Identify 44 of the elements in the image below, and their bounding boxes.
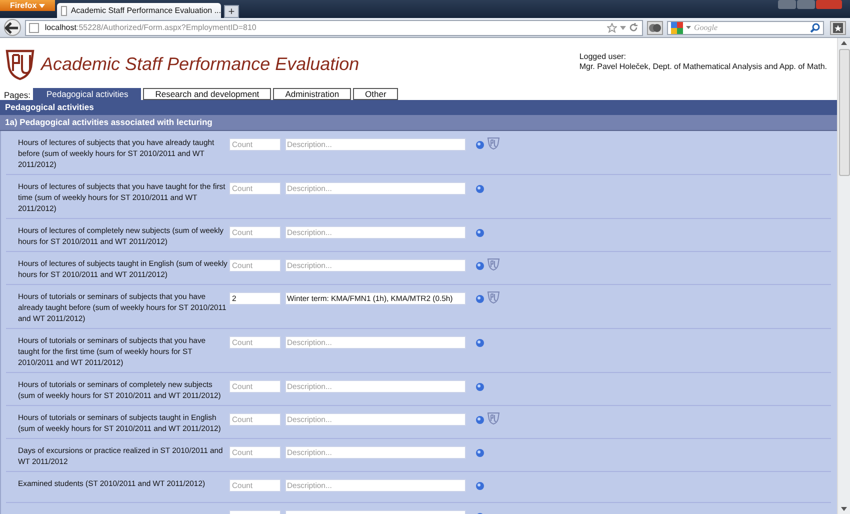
caret-icon <box>38 4 45 8</box>
page-tab[interactable]: Pedagogical activities <box>33 88 142 100</box>
dropdown-icon[interactable] <box>620 26 626 30</box>
help-icon[interactable] <box>476 229 484 237</box>
dropdown-icon[interactable] <box>686 26 691 29</box>
scrollbar-thumb[interactable] <box>838 49 850 176</box>
help-icon[interactable] <box>476 449 484 457</box>
help-icon[interactable] <box>476 416 484 424</box>
scrollbar[interactable] <box>837 38 850 514</box>
search-engine-icon[interactable] <box>671 22 683 34</box>
section-header: Pedagogical activities <box>0 100 838 115</box>
help-icon[interactable] <box>476 383 484 391</box>
page-tab[interactable]: Administration <box>273 88 352 100</box>
help-icon[interactable] <box>476 295 484 303</box>
user-name: Mgr. Pavel Holeček, Dept. of Mathematical Analysis and App. of Math. <box>579 62 828 72</box>
addon-button[interactable] <box>647 20 663 34</box>
bookmarks-button[interactable] <box>830 20 846 34</box>
browser-tab[interactable]: Academic Staff Performance Evaluation ... <box>57 3 221 18</box>
search-icon[interactable] <box>810 22 820 32</box>
help-icon[interactable] <box>476 482 484 490</box>
reload-icon[interactable] <box>629 23 638 32</box>
subsection-header: 1a) Pedagogical activities associated with lecturing <box>0 115 838 131</box>
back-button[interactable] <box>4 19 21 36</box>
page-tab[interactable]: Research and development <box>143 88 272 100</box>
university-logo <box>5 49 35 81</box>
pages-label: Pages: <box>4 90 30 100</box>
address-bar[interactable]: localhost:55228/Authorized/Form.aspx?EmploymentID=810 <box>24 20 644 36</box>
star-icon[interactable] <box>607 22 618 32</box>
window-controls[interactable] <box>778 0 842 9</box>
scroll-down-icon[interactable] <box>841 507 847 511</box>
shield-icon[interactable] <box>487 137 500 150</box>
new-tab-button[interactable]: + <box>224 5 239 18</box>
help-icon[interactable] <box>476 262 484 270</box>
shield-icon[interactable] <box>487 258 500 271</box>
app-title: Academic Staff Performance Evaluation <box>41 54 360 75</box>
user-label: Logged user: <box>579 52 628 62</box>
scroll-up-icon[interactable] <box>841 41 847 45</box>
shield-icon[interactable] <box>487 412 500 425</box>
help-icon[interactable] <box>476 185 484 193</box>
page-tab[interactable]: Other <box>353 88 398 100</box>
shield-icon[interactable] <box>487 291 500 304</box>
page-icon <box>61 6 67 16</box>
help-icon[interactable] <box>476 339 484 347</box>
help-icon[interactable] <box>476 141 484 149</box>
